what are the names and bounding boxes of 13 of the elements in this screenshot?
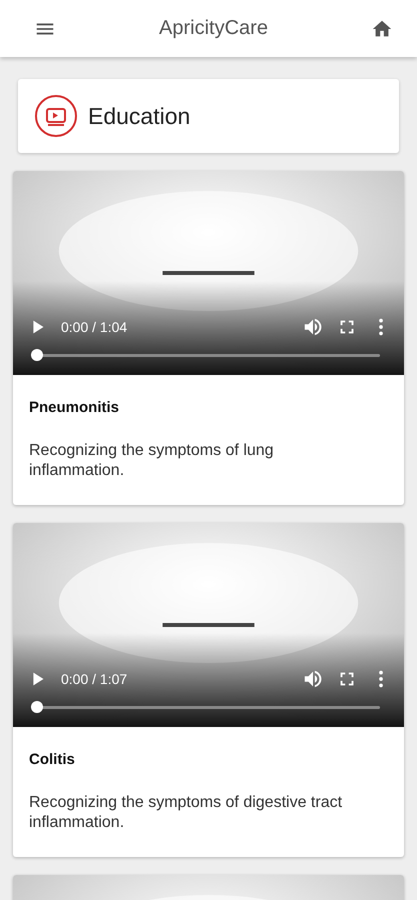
time-display: 0:00 / 1:04 <box>61 319 128 335</box>
volume-icon[interactable] <box>302 668 324 690</box>
video-title: Pneumonitis <box>29 399 120 416</box>
progress-slider[interactable] <box>31 701 380 713</box>
video-icon <box>34 94 78 138</box>
volume-icon[interactable] <box>302 316 324 338</box>
video-description: Recognizing the symptoms of digestive tract inflammation. <box>29 793 344 833</box>
video-title: Colitis <box>29 751 76 768</box>
section-title: Education <box>88 102 190 130</box>
video-description: Recognizing the symptoms of lung inflammation. <box>29 441 275 481</box>
app-title: ApricityCare <box>158 17 269 40</box>
progress-slider[interactable] <box>31 349 380 361</box>
time-display: 0:00 / 1:07 <box>61 671 128 687</box>
